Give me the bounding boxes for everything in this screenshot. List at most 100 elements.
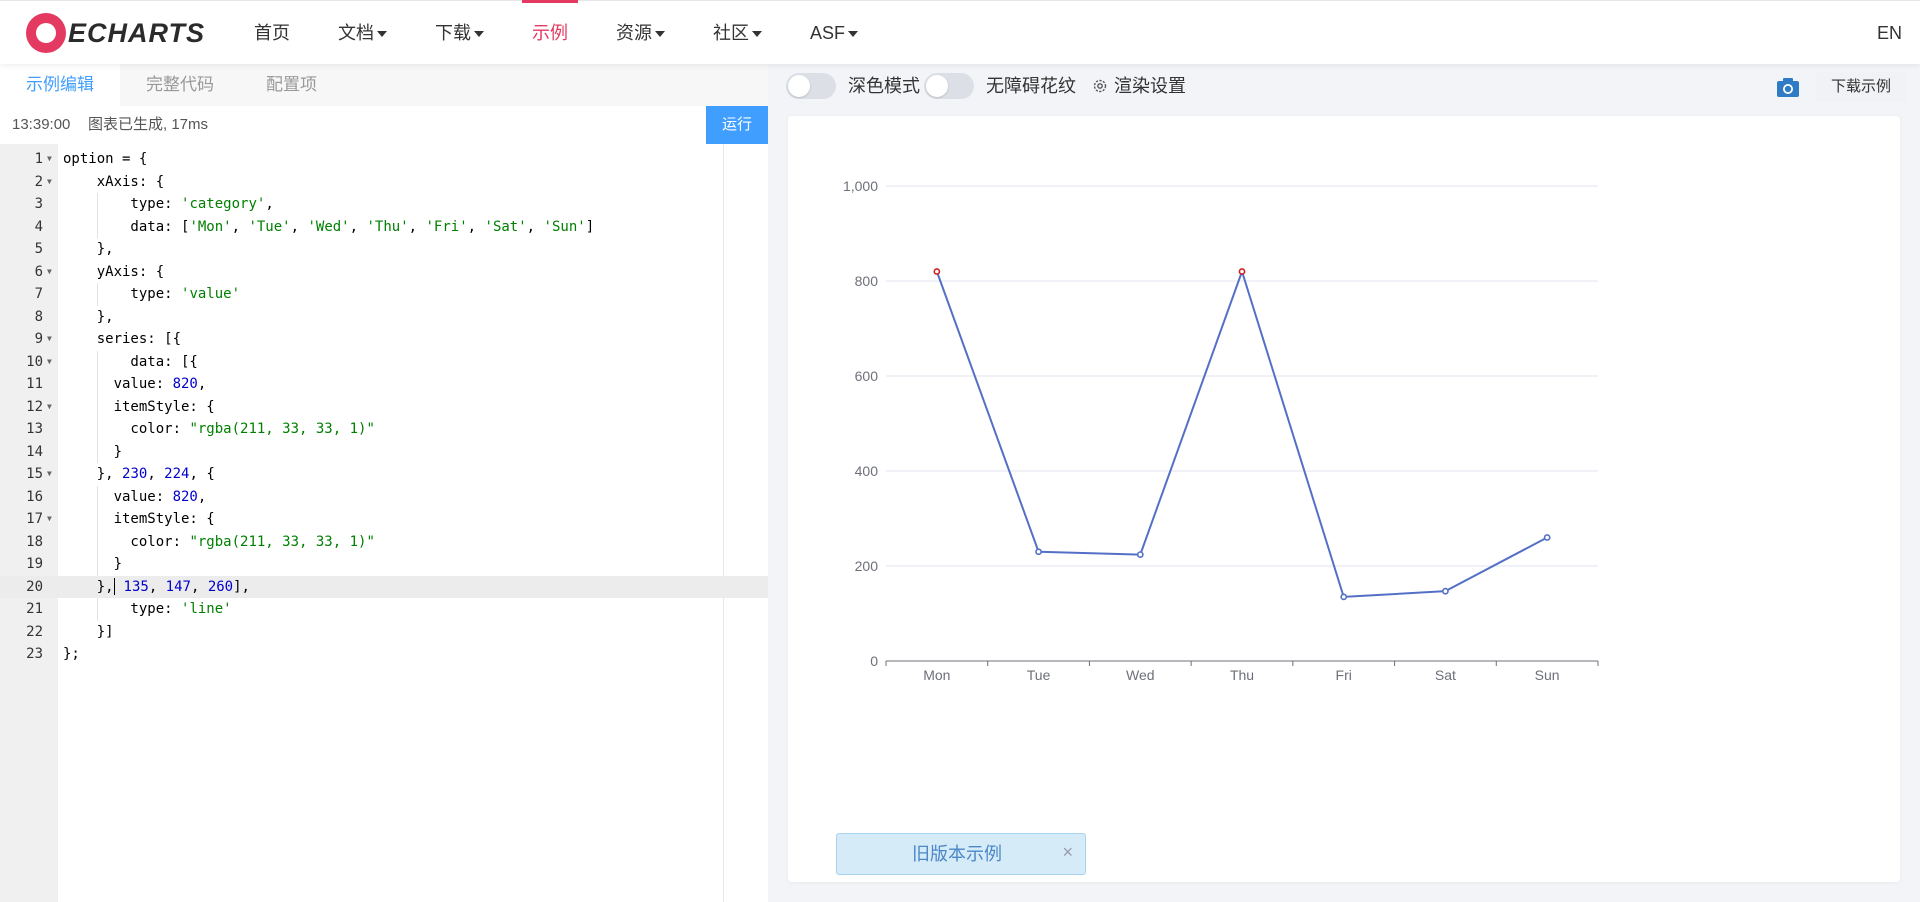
- line-number: 11: [26, 376, 43, 392]
- code-line[interactable]: 22 }]: [0, 621, 768, 644]
- code-text: data: ['Mon', 'Tue', 'Wed', 'Thu', 'Fri'…: [63, 218, 595, 235]
- code-text: type: 'line': [63, 601, 232, 617]
- nav-item-0[interactable]: 首页: [230, 1, 314, 65]
- line-chart: 0 200 400 600 800 1,000 Mon Tue Wed Thu Fri Sat Sun: [843, 178, 1599, 683]
- aria-pattern-label: 无障碍花纹: [986, 76, 1076, 96]
- y-tick-label: 600: [855, 368, 879, 384]
- echarts-logo[interactable]: ECHARTS: [26, 11, 205, 55]
- tab-0[interactable]: 示例编辑: [0, 64, 120, 106]
- code-line[interactable]: 14 }: [0, 440, 768, 463]
- run-button[interactable]: 运行: [706, 106, 768, 144]
- code-line[interactable]: 2 ▼ xAxis: {: [0, 171, 768, 194]
- code-line[interactable]: 23};: [0, 643, 768, 666]
- code-line[interactable]: 16 value: 820,: [0, 485, 768, 508]
- code-line[interactable]: 7 type: 'value': [0, 283, 768, 306]
- code-line[interactable]: 21 type: 'line': [0, 598, 768, 621]
- code-line[interactable]: 10 ▼ data: [{: [0, 350, 768, 374]
- code-line[interactable]: 5 },: [0, 238, 768, 261]
- code-editor[interactable]: 1 ▼ option = {2 ▼ xAxis: {3 type: 'category…: [0, 144, 768, 902]
- code-line[interactable]: 9 ▼ series: [{: [0, 328, 768, 351]
- code-line[interactable]: 18 color: "rgba(211, 33, 33, 1)": [0, 530, 768, 553]
- code-line[interactable]: 6 ▼ yAxis: {: [0, 261, 768, 284]
- nav-item-6[interactable]: ASF: [786, 1, 882, 65]
- fold-arrow-icon[interactable]: ▼: [47, 148, 52, 171]
- gear-icon[interactable]: [1092, 78, 1108, 94]
- x-tick-label: Thu: [1230, 667, 1254, 683]
- nav-item-label: 下载: [435, 23, 471, 43]
- render-settings-label[interactable]: 渲染设置: [1114, 64, 1186, 108]
- tab-2[interactable]: 配置项: [240, 64, 343, 106]
- code-line[interactable]: 12 ▼ itemStyle: {: [0, 395, 768, 419]
- code-line[interactable]: 1 ▼ option = {: [0, 148, 768, 171]
- fold-arrow-icon[interactable]: ▼: [47, 171, 52, 194]
- fold-arrow-icon[interactable]: ▼: [47, 508, 52, 531]
- code-text: }, 135, 147, 260],: [63, 578, 250, 595]
- y-tick-label: 800: [855, 273, 879, 289]
- aria-pattern-toggle[interactable]: [924, 73, 974, 99]
- logo-text: ECHARTS: [68, 17, 206, 48]
- code-text: option = {: [63, 151, 148, 167]
- dark-mode-label: 深色模式: [848, 76, 920, 96]
- fold-arrow-icon[interactable]: ▼: [47, 463, 52, 486]
- line-number: 6: [34, 263, 43, 280]
- line-number: 8: [34, 308, 43, 325]
- code-text: };: [63, 646, 80, 662]
- code-line[interactable]: 20 }, 135, 147, 260],: [0, 575, 768, 598]
- nav-item-3[interactable]: 示例: [508, 0, 592, 65]
- code-text: }, 230, 224, {: [63, 466, 215, 482]
- code-text: }]: [63, 623, 114, 640]
- y-tick-label: 400: [855, 463, 879, 479]
- series-line: [935, 271, 1548, 598]
- editor-tabs: 示例编辑 完整代码 配置项: [0, 64, 768, 106]
- code-line[interactable]: 4 data: ['Mon', 'Tue', 'Wed', 'Thu', 'Fr…: [0, 215, 768, 238]
- code-line[interactable]: 13 color: "rgba(211, 33, 33, 1)": [0, 418, 768, 441]
- line-number: 19: [26, 556, 43, 572]
- tab-1[interactable]: 完整代码: [120, 64, 240, 106]
- code-line[interactable]: 8 },: [0, 306, 768, 329]
- y-tick-label: 1,000: [843, 178, 878, 194]
- fold-arrow-icon[interactable]: ▼: [47, 328, 52, 351]
- status-bar: 13:39:00 图表已生成, 17ms 运行: [0, 106, 768, 144]
- x-tick-label: Mon: [923, 667, 950, 683]
- fold-arrow-icon[interactable]: ▼: [47, 351, 52, 374]
- code-line[interactable]: 19 }: [0, 553, 768, 576]
- camera-icon[interactable]: [1776, 76, 1800, 98]
- nav-item-2[interactable]: 下载: [411, 1, 508, 65]
- text-cursor: [113, 578, 116, 595]
- y-tick-label: 200: [855, 558, 879, 574]
- preview-panel: 深色模式 无障碍花纹 渲染设置 下载示例 0 200 400 600 800 1,000 M…: [768, 64, 1920, 902]
- code-line[interactable]: 15 ▼ }, 230, 224, {: [0, 463, 768, 486]
- nav-item-label: 资源: [616, 23, 652, 43]
- data-point: [933, 268, 941, 275]
- dark-mode-toggle[interactable]: [786, 73, 836, 99]
- x-tick-label: Sun: [1535, 667, 1560, 683]
- data-point: [1543, 534, 1551, 541]
- x-tick-label: Sat: [1435, 667, 1456, 683]
- code-text: },: [63, 308, 114, 325]
- nav-item-1[interactable]: 文档: [314, 1, 411, 65]
- line-number: 3: [34, 196, 43, 212]
- nav-item-5[interactable]: 社区: [689, 1, 786, 65]
- data-point: [1035, 548, 1042, 556]
- code-text: }: [63, 556, 123, 572]
- code-text: value: 820,: [63, 376, 207, 392]
- old-version-banner[interactable]: 旧版本示例 ×: [836, 833, 1086, 875]
- chart-container: 0 200 400 600 800 1,000 Mon Tue Wed Thu Fri Sat Sun …: [788, 116, 1900, 882]
- close-icon[interactable]: ×: [1062, 840, 1073, 864]
- download-example-button[interactable]: 下载示例: [1816, 72, 1906, 102]
- nav-item-4[interactable]: 资源: [592, 1, 689, 65]
- code-line[interactable]: 11 value: 820,: [0, 373, 768, 396]
- code-line[interactable]: 3 type: 'category',: [0, 193, 768, 216]
- code-text: itemStyle: {: [63, 398, 215, 415]
- fold-arrow-icon[interactable]: ▼: [47, 396, 52, 419]
- fold-arrow-icon[interactable]: ▼: [47, 261, 52, 284]
- line-number: 15: [26, 466, 43, 482]
- line-number: 16: [26, 488, 43, 505]
- code-line[interactable]: 17 ▼ itemStyle: {: [0, 508, 768, 531]
- line-number: 9: [34, 331, 43, 347]
- line-number: 21: [26, 601, 43, 617]
- old-version-label[interactable]: 旧版本示例: [837, 834, 1077, 874]
- caret-down-icon: [377, 31, 387, 38]
- line-number: 2: [34, 173, 43, 190]
- language-switch[interactable]: EN: [1877, 1, 1902, 65]
